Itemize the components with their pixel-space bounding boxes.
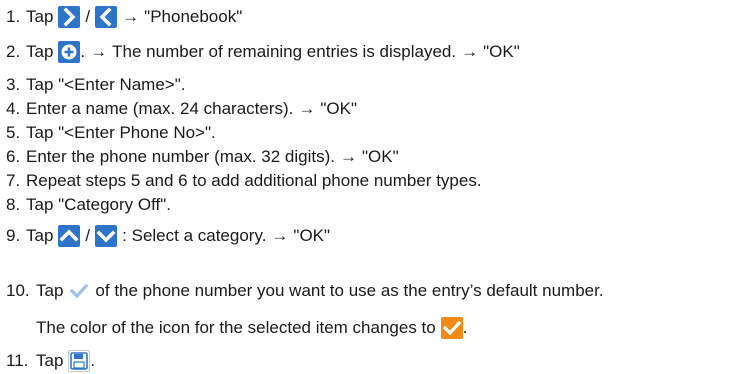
- step-5: 5. Tap "<Enter Phone No>".: [6, 122, 216, 144]
- step-number: 7.: [6, 171, 21, 190]
- period: .: [462, 318, 468, 337]
- step-7: 7. Repeat steps 5 and 6 to add additiona…: [6, 170, 482, 192]
- step-3: 3. Tap "<Enter Name>".: [6, 74, 185, 96]
- step-11: 11. Tap .: [6, 350, 95, 372]
- chevron-left-icon: [95, 6, 118, 28]
- step-number: 6.: [6, 147, 21, 166]
- step-text: Tap: [26, 7, 54, 26]
- step-text: Tap: [26, 226, 54, 245]
- step-text: : Select a category.: [122, 226, 267, 245]
- step-number: 3.: [6, 75, 21, 94]
- step-text: Tap: [36, 351, 64, 370]
- chevron-up-icon: [58, 225, 81, 247]
- step-number: 5.: [6, 123, 21, 142]
- step-text: Tap: [36, 281, 64, 300]
- step-target: "OK": [362, 147, 399, 166]
- step-number: 11.: [6, 351, 29, 370]
- step-target: "Phonebook": [144, 7, 243, 26]
- arrow: →: [90, 42, 108, 61]
- step-text: Tap "<Enter Name>".: [26, 75, 186, 94]
- step-number: 8.: [6, 195, 21, 214]
- step-text: Repeat steps 5 and 6 to add additional p…: [26, 171, 482, 190]
- save-icon: [68, 350, 91, 372]
- arrow: →: [461, 42, 479, 61]
- step-6: 6. Enter the phone number (max. 32 digit…: [6, 146, 399, 168]
- step-text: Tap "<Enter Phone No>".: [26, 123, 216, 142]
- step-10: 10. Tap of the phone number you want to …: [6, 280, 604, 302]
- step-number: 4.: [6, 99, 21, 118]
- separator: /: [85, 226, 91, 245]
- chevron-right-icon: [58, 6, 81, 28]
- period: .: [80, 42, 86, 61]
- step-text: Enter a name (max. 24 characters).: [26, 99, 294, 118]
- check-icon: [68, 280, 91, 302]
- step-1: 1. Tap / → "Phonebook": [6, 6, 242, 28]
- step-2: 2. Tap . → The number of remaining entri…: [6, 41, 520, 63]
- step-text: Enter the phone number (max. 32 digits).: [26, 147, 335, 166]
- add-circle-icon: [58, 41, 81, 63]
- step-target: "OK": [483, 42, 520, 61]
- arrow: →: [298, 99, 316, 118]
- arrow: →: [340, 147, 357, 166]
- step-text: Tap "Category Off".: [26, 195, 171, 214]
- separator: /: [85, 7, 91, 26]
- step-9: 9. Tap / : Select a category. → "OK": [6, 225, 330, 247]
- step-target: "OK": [320, 99, 358, 118]
- chevron-down-icon: [95, 225, 118, 247]
- step-number: 2.: [6, 42, 21, 61]
- period: .: [90, 351, 96, 370]
- arrow: →: [271, 226, 289, 245]
- step-text: The number of remaining entries is displ…: [112, 42, 457, 61]
- step-number: 10.: [6, 281, 30, 300]
- step-number: 1.: [6, 7, 21, 26]
- step-4: 4. Enter a name (max. 24 characters). → …: [6, 98, 357, 120]
- step-text: of the phone number you want to use as t…: [95, 281, 604, 300]
- check-icon: [440, 317, 463, 339]
- step-number: 9.: [6, 226, 21, 245]
- note-text: The color of the icon for the selected i…: [36, 318, 436, 337]
- arrow: →: [122, 7, 140, 26]
- step-text: Tap: [26, 42, 54, 61]
- step-8: 8. Tap "Category Off".: [6, 194, 171, 216]
- step-target: "OK": [293, 226, 331, 245]
- step-10-note: The color of the icon for the selected i…: [36, 317, 467, 339]
